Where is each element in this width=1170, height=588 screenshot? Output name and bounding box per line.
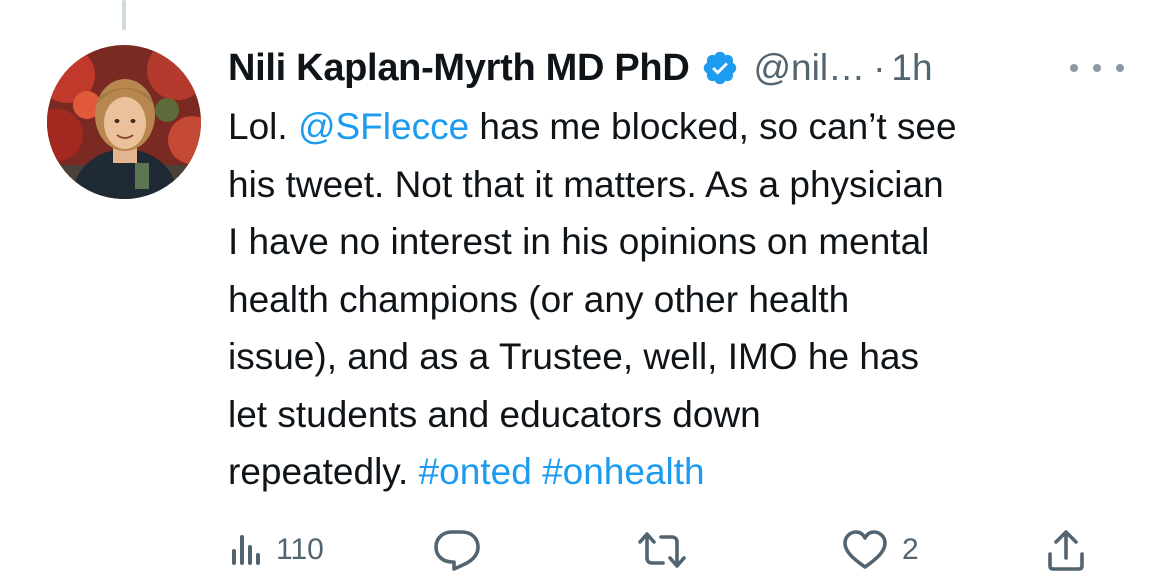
timestamp[interactable]: 1h (891, 47, 932, 89)
verified-badge-icon (701, 49, 739, 87)
hashtag-link[interactable]: #onhealth (542, 451, 705, 492)
tweet-text-line: his tweet. Not that it matters. As a phy… (228, 156, 1138, 214)
views-button[interactable]: 110 (230, 522, 324, 578)
separator-dot: · (873, 47, 886, 88)
like-count: 2 (902, 533, 919, 566)
views-icon (232, 535, 260, 565)
mention-link[interactable]: @SFlecce (298, 106, 469, 147)
action-bar: 110 2 (228, 522, 1128, 578)
tweet-text-segment: his tweet. Not that it matters. As a phy… (228, 163, 944, 205)
tweet-text-segment: let students and educators down (228, 393, 761, 435)
retweet-icon (638, 532, 686, 568)
retweet-button[interactable] (636, 522, 688, 578)
tweet-text-segment: I have no interest in his opinions on me… (228, 221, 930, 262)
hashtag-link[interactable]: #onted (419, 451, 532, 492)
display-name[interactable]: Nili Kaplan-Myrth MD PhD (228, 47, 690, 90)
tweet-text-segment: has me blocked, so can’t see (469, 106, 957, 147)
tweet-text-segment (532, 451, 542, 492)
tweet-text: Lol. @SFlecce has me blocked, so can’t s… (228, 98, 1138, 501)
tweet-text-line: I have no interest in his opinions on me… (228, 213, 1138, 271)
thread-connector-line (122, 0, 126, 30)
tweet-text-line: let students and educators down (228, 386, 1138, 444)
reply-button[interactable] (432, 522, 482, 578)
more-options-icon[interactable] (1070, 56, 1124, 80)
tweet-text-segment: Lol. (228, 106, 298, 147)
tweet-text-segment: health champions (or any other health (228, 278, 850, 320)
tweet-text-line: issue), and as a Trustee, well, IMO he h… (228, 328, 1138, 386)
tweet-text-line: health champions (or any other health (228, 271, 1138, 329)
tweet-text-segment: issue), and as a Trustee, well, IMO he h… (228, 336, 919, 377)
tweet-text-line: Lol. @SFlecce has me blocked, so can’t s… (228, 98, 1138, 156)
share-button[interactable] (1046, 522, 1086, 578)
avatar[interactable] (47, 45, 201, 199)
share-icon (1048, 530, 1084, 571)
tweet-text-line: repeatedly. #onted #onhealth (228, 443, 1138, 501)
avatar-image (47, 45, 201, 199)
views-count: 110 (276, 533, 324, 566)
heart-icon (843, 530, 887, 569)
tweet-text-segment: repeatedly. (228, 451, 419, 492)
like-button[interactable]: 2 (842, 522, 919, 578)
tweet-header: Nili Kaplan-Myrth MD PhD @nil… · 1h (228, 40, 933, 96)
reply-icon (434, 530, 480, 571)
user-handle[interactable]: @nil… (753, 47, 865, 89)
